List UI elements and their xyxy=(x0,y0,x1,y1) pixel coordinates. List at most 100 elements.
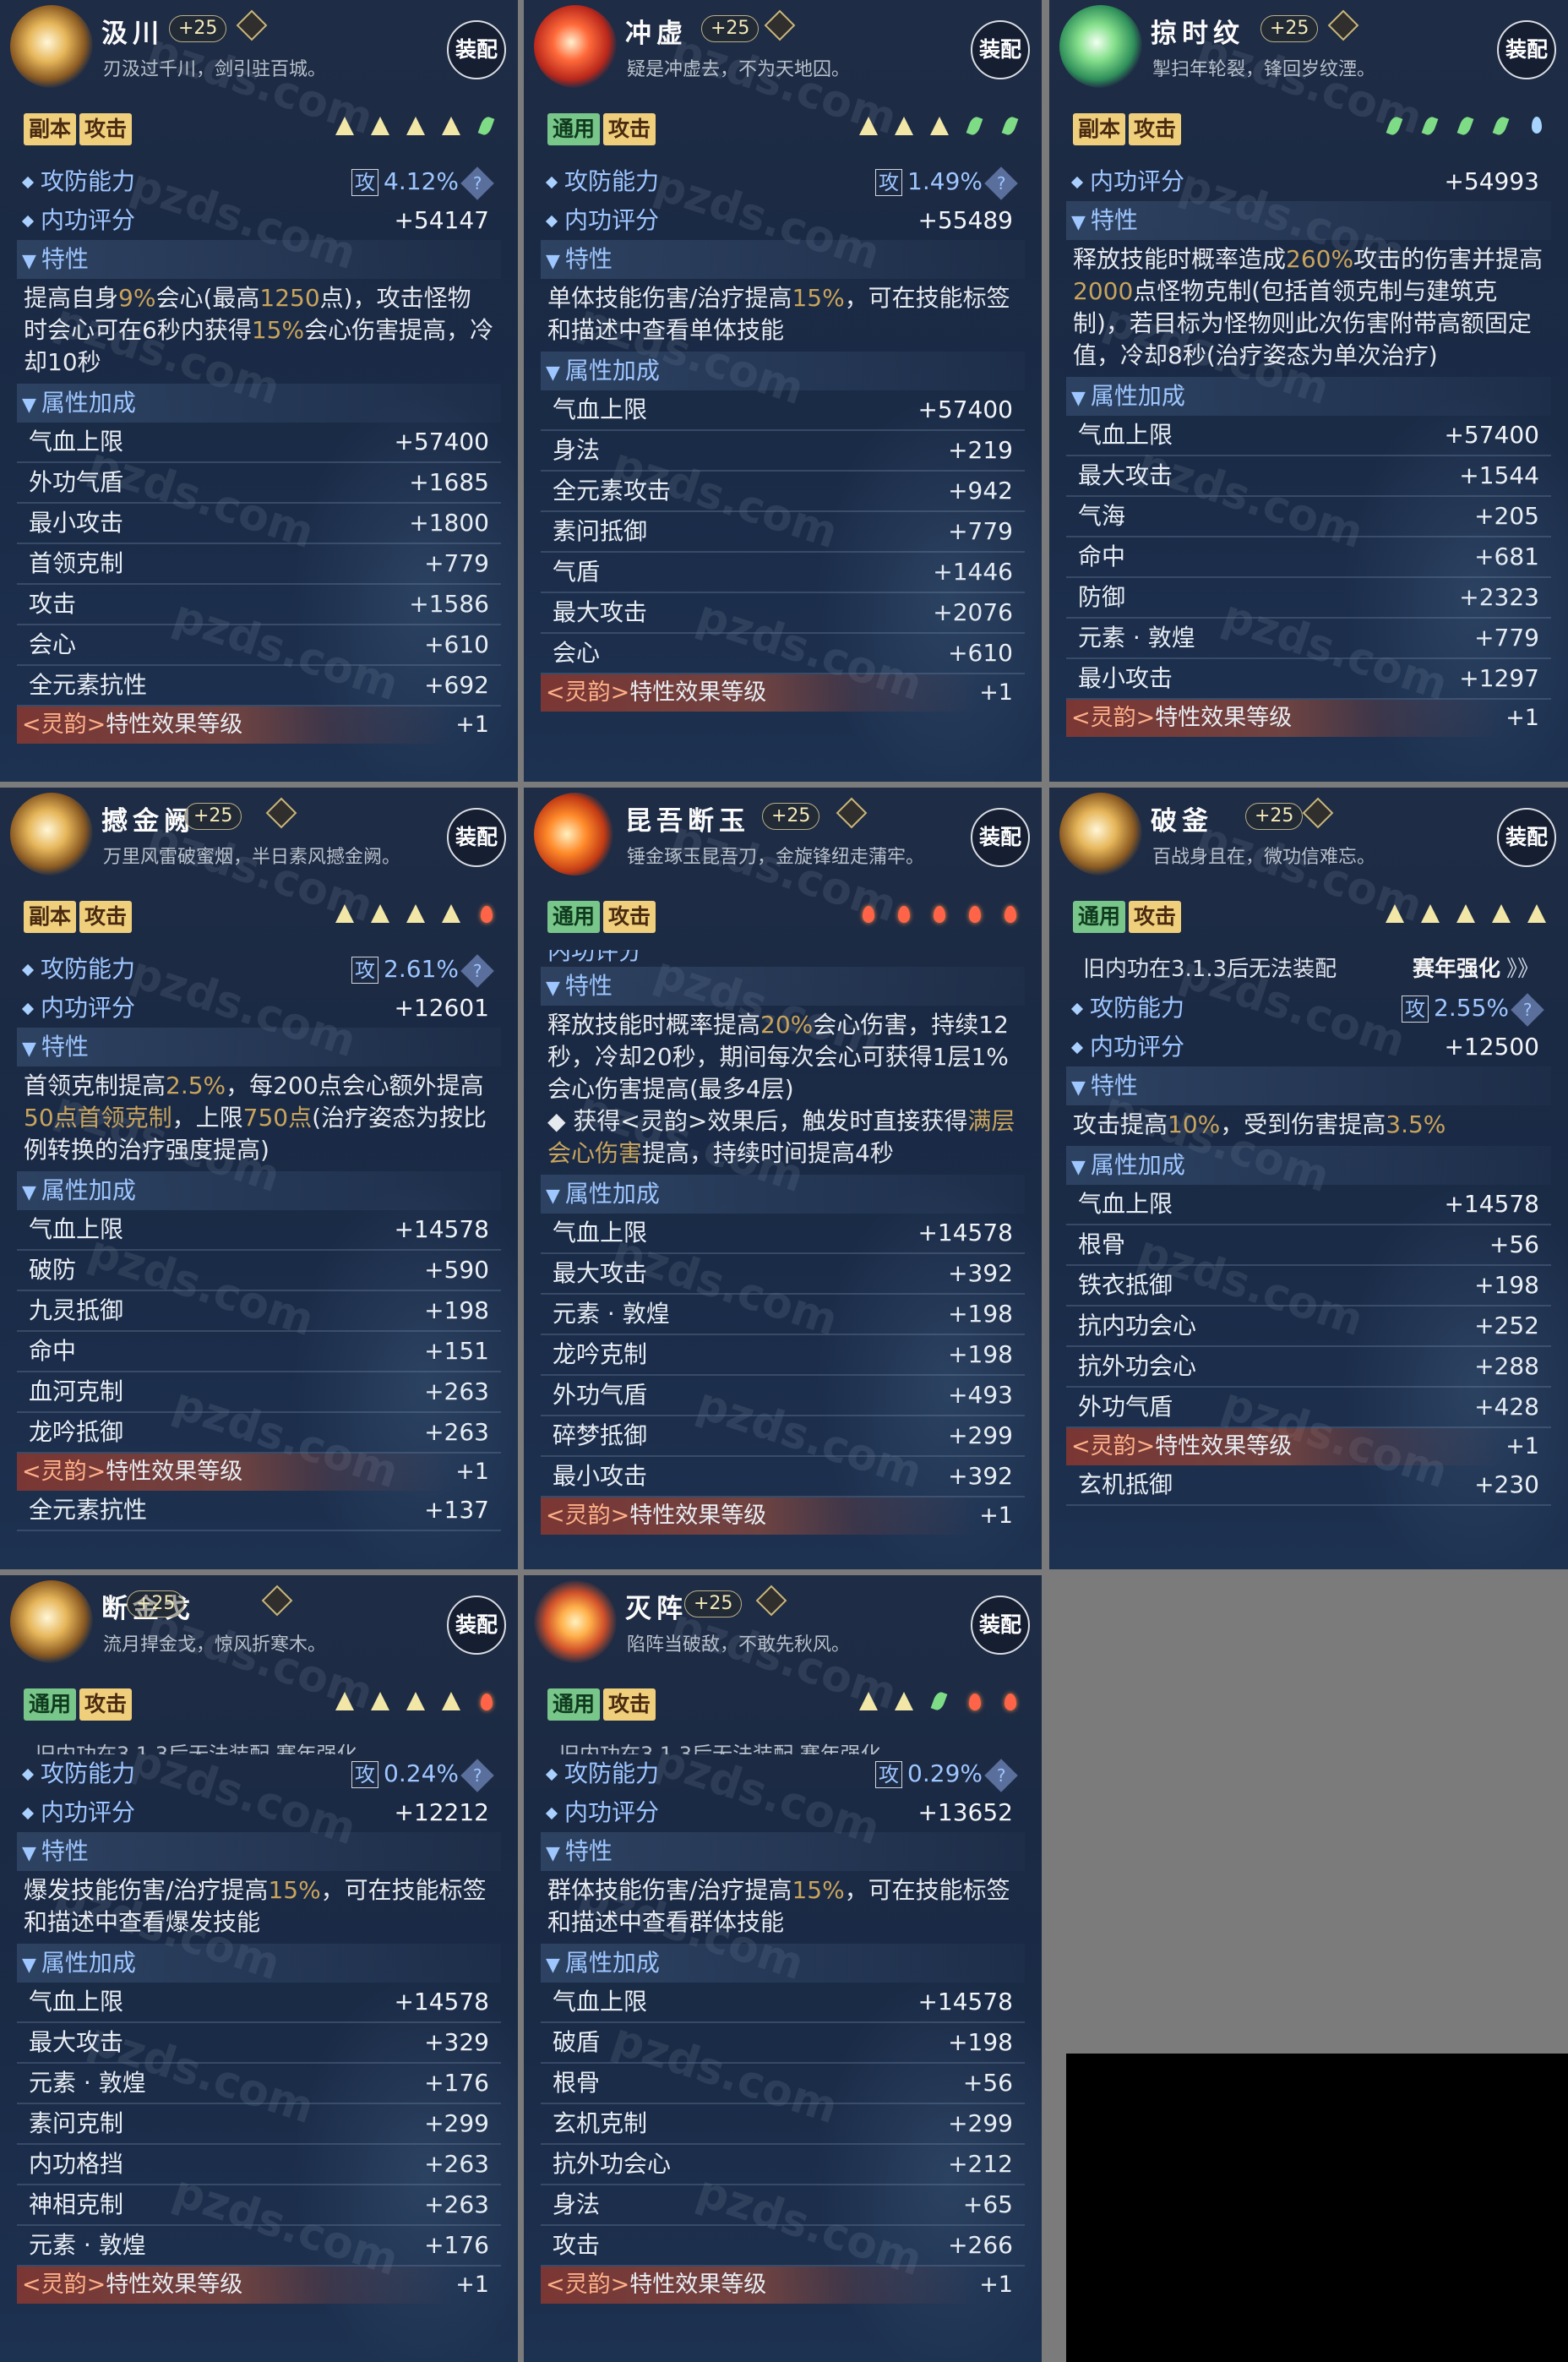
lock-icon[interactable] xyxy=(261,1585,293,1617)
attr-value: +57400 xyxy=(394,428,489,455)
trait-text: 攻击的伤害并提高 xyxy=(1353,245,1544,273)
tri-gem-icon xyxy=(371,904,389,923)
attr-value: +692 xyxy=(424,671,489,699)
gem-slots xyxy=(842,117,1020,145)
attr-value: +137 xyxy=(424,1496,489,1524)
help-icon[interactable]: ? xyxy=(1511,993,1544,1027)
attr-row: 铁衣抵御 +198 xyxy=(1066,1266,1551,1306)
trait-section-header[interactable]: ▼ 特性 xyxy=(17,1028,501,1066)
help-icon[interactable]: ? xyxy=(984,166,1018,200)
black-corner xyxy=(1066,2054,1568,2362)
attr-section-header[interactable]: ▼ 属性加成 xyxy=(17,1944,501,1983)
old-notice-row[interactable]: 旧内功在3.1.3后无法装配 赛年强化 》》 xyxy=(1066,950,1551,989)
chevron-right-icon[interactable]: 》》 xyxy=(1506,950,1539,989)
attr-name: 根骨 xyxy=(553,2069,601,2097)
attr-value: +14578 xyxy=(917,1988,1013,2016)
attr-section-header[interactable]: ▼ 属性加成 xyxy=(541,1175,1025,1214)
attr-section-header[interactable]: ▼ 属性加成 xyxy=(541,1944,1025,1983)
trait-highlight: 2000 xyxy=(1073,277,1134,305)
attack-power-value-box: 攻 0.29%? xyxy=(875,1758,1018,1792)
attr-value: +428 xyxy=(1474,1393,1539,1421)
help-icon[interactable]: ? xyxy=(460,166,494,200)
attr-section-header[interactable]: ▼ 属性加成 xyxy=(17,384,501,423)
attr-row: 全元素抗性 +137 xyxy=(17,1491,501,1531)
category-tag: 副本 xyxy=(1073,113,1126,145)
trait-section-header[interactable]: ▼ 特性 xyxy=(541,1832,1025,1871)
trait-section-header[interactable]: ▼ 特性 xyxy=(1066,201,1551,240)
attr-name: 首领克制 xyxy=(29,549,124,577)
attr-value: +392 xyxy=(948,1259,1013,1287)
category-tag: 攻击 xyxy=(603,113,656,145)
card-header: 灭阵 +25 陷阵当破敌，不敢先秋风。 装配 xyxy=(524,1575,1042,1670)
lock-icon[interactable] xyxy=(836,797,868,829)
attr-label: 属性加成 xyxy=(564,357,660,385)
attr-row: 元素 · 敦煌 +176 xyxy=(17,2064,501,2104)
attr-name: 气血上限 xyxy=(553,1219,648,1246)
equip-button[interactable]: 装配 xyxy=(1497,808,1556,867)
help-icon[interactable]: ? xyxy=(460,1759,494,1792)
lock-icon[interactable] xyxy=(1327,9,1359,41)
lingyun-text: 特性效果等级 xyxy=(629,1503,767,1529)
attr-name: 最大攻击 xyxy=(553,598,648,626)
equipment-emblem-icon xyxy=(534,1580,617,1663)
equipment-emblem-icon xyxy=(10,5,93,88)
attr-value: +1446 xyxy=(933,558,1013,586)
trait-section-header[interactable]: ▼ 特性 xyxy=(541,240,1025,279)
card-header: 昆吾断玉 +25 锤金琢玉昆吾刀，金旋锋纽走蒲牢。 装配 xyxy=(524,788,1042,882)
lock-icon[interactable] xyxy=(1302,797,1334,829)
trait-description: 释放技能时概率造成260%攻击的伤害并提高 2000点怪物克制(包括首领克制与建筑… xyxy=(1066,240,1551,377)
lingyun-text: 特性效果等级 xyxy=(106,1459,243,1485)
attr-row: 气血上限 +57400 xyxy=(541,390,1025,431)
tri-gem-icon xyxy=(442,904,460,923)
equip-button[interactable]: 装配 xyxy=(447,1596,506,1655)
attr-section-header[interactable]: ▼ 属性加成 xyxy=(1066,377,1551,416)
attr-row: 最小攻击 +1297 xyxy=(1066,659,1551,700)
tri-gem-icon xyxy=(859,117,878,135)
trait-text: ◆ 获得<灵韵>效果后，触发时直接获得 xyxy=(547,1107,968,1135)
equip-button[interactable]: 装配 xyxy=(447,20,506,79)
gem-slots xyxy=(842,1692,1020,1721)
lock-icon[interactable] xyxy=(265,797,297,829)
equip-button[interactable]: 装配 xyxy=(971,20,1030,79)
tag-row: 通用 攻击 xyxy=(1073,901,1184,933)
fire-gem-icon xyxy=(477,904,496,923)
attack-glyph-icon: 攻 xyxy=(875,169,903,196)
attr-section-header[interactable]: ▼ 属性加成 xyxy=(17,1171,501,1210)
attr-row: 抗外功会心 +212 xyxy=(541,2145,1025,2185)
attr-section-header[interactable]: ▼ 属性加成 xyxy=(541,352,1025,390)
attack-power-value: 1.49% xyxy=(907,167,983,195)
trait-highlight: 15% xyxy=(268,1876,321,1904)
lock-icon[interactable] xyxy=(755,1585,787,1617)
help-icon[interactable]: ? xyxy=(984,1759,1018,1792)
help-icon[interactable]: ? xyxy=(460,954,494,988)
attr-name: 命中 xyxy=(1078,543,1126,570)
trait-section-header[interactable]: ▼ 特性 xyxy=(17,240,501,279)
trait-section-header[interactable]: ▼ 特性 xyxy=(1066,1066,1551,1105)
equip-button[interactable]: 装配 xyxy=(971,1596,1030,1655)
attr-value: +610 xyxy=(948,639,1013,667)
inner-score-row: 内功评分 +12212 xyxy=(17,1793,501,1832)
help-glyph: ? xyxy=(1522,1000,1533,1020)
attr-label: 属性加成 xyxy=(41,1949,136,1977)
trait-label: 特性 xyxy=(564,972,612,1000)
equipment-name: 冲虚 xyxy=(625,19,688,49)
attr-name: 全元素攻击 xyxy=(553,477,672,505)
attr-name: 防御 xyxy=(1078,583,1126,611)
attr-row: 最大攻击 +329 xyxy=(17,2023,501,2064)
attr-section-header[interactable]: ▼ 属性加成 xyxy=(1066,1146,1551,1185)
leaf-gem-icon xyxy=(966,117,984,135)
equipment-card: pzds.compzds.compzds.compzds.compzds.com… xyxy=(1049,788,1568,1569)
attr-name: 素问抵御 xyxy=(553,517,648,545)
trait-section-header[interactable]: ▼ 特性 xyxy=(541,967,1025,1006)
equipment-name: 掠时纹 xyxy=(1151,19,1244,49)
trait-section-header[interactable]: ▼ 特性 xyxy=(17,1832,501,1871)
attr-value: +219 xyxy=(948,436,1013,464)
lock-icon[interactable] xyxy=(764,9,796,41)
attack-power-value: 4.12% xyxy=(384,167,459,195)
attr-value: +198 xyxy=(948,2028,1013,2056)
attr-value: +1297 xyxy=(1459,664,1539,692)
equip-button[interactable]: 装配 xyxy=(971,808,1030,867)
equip-button[interactable]: 装配 xyxy=(447,808,506,867)
equip-button[interactable]: 装配 xyxy=(1497,20,1556,79)
lock-icon[interactable] xyxy=(236,9,268,41)
